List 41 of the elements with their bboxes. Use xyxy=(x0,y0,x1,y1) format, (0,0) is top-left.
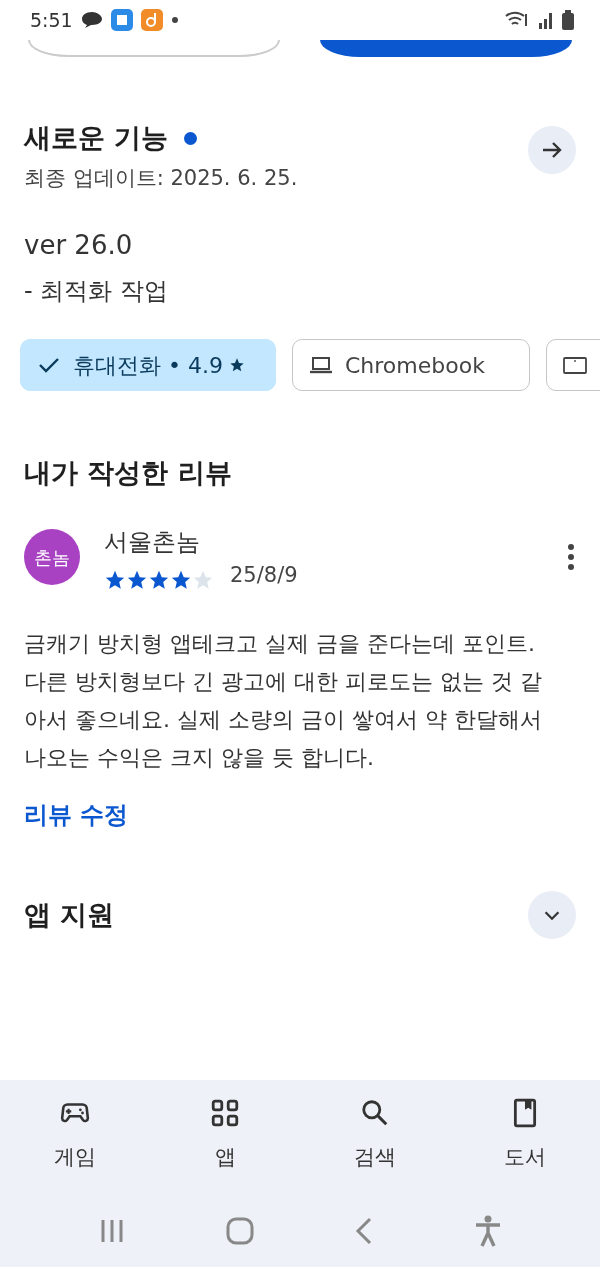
star-icon xyxy=(170,569,192,591)
nav-tab[interactable]: 검색 xyxy=(300,1080,450,1195)
star-icon xyxy=(192,569,214,591)
signal-icon xyxy=(538,11,554,29)
device-chip[interactable]: 휴대전화 • 4.9 xyxy=(20,339,276,391)
review-text: 금캐기 방치형 앱테크고 실제 금을 준다는데 포인트. 다른 방치형보다 긴 광고에 대한 피로도는 없는 것 같아서 좋으네요. 실제 소량의 금이 쌓여서 약 한달해서 나오는 수익은 크지 않을 듯 합니다. xyxy=(24,630,543,772)
back-icon[interactable] xyxy=(354,1217,373,1245)
arrow-button[interactable] xyxy=(528,126,576,174)
edit-review-link[interactable]: 리뷰 수정 xyxy=(24,797,129,833)
battery-icon xyxy=(562,10,574,30)
section-title: 새로운 기능 xyxy=(24,121,169,155)
update-date: 최종 업데이트: 2025. 6. 25. xyxy=(24,164,299,192)
avatar: 촌놈 xyxy=(24,529,80,586)
chat-bubble-icon xyxy=(80,11,103,29)
apps-grid-icon xyxy=(210,1098,240,1128)
app-icon xyxy=(110,9,133,31)
nav-tab[interactable]: 게임 xyxy=(0,1080,150,1195)
star-icon xyxy=(228,357,245,373)
outlined-button[interactable] xyxy=(28,40,280,57)
review-date: 25/8/9 xyxy=(230,561,298,589)
star-icon xyxy=(126,569,148,591)
author-name: 서울촌놈 xyxy=(104,526,201,558)
accessibility-icon[interactable] xyxy=(473,1215,502,1247)
search-icon xyxy=(360,1098,390,1128)
more-options-button[interactable] xyxy=(566,543,576,572)
expand-button[interactable] xyxy=(528,891,576,939)
dot-icon xyxy=(170,16,179,24)
version-text: ver 26.0 xyxy=(24,229,134,262)
section-title: 앱 지원 xyxy=(24,897,116,932)
nav-tab[interactable]: 앱 xyxy=(150,1080,300,1195)
star-icon xyxy=(148,569,170,591)
device-chip[interactable]: Chromebook xyxy=(292,339,530,391)
section-title: 내가 작성한 리뷰 xyxy=(24,456,233,490)
release-notes: - 최적화 작업 xyxy=(24,276,169,307)
more-options-icon xyxy=(566,543,576,572)
nav-tab[interactable]: 도서 xyxy=(450,1080,600,1195)
star-icon xyxy=(104,569,126,591)
home-icon[interactable] xyxy=(225,1217,254,1245)
new-dot-icon xyxy=(184,131,198,145)
music-app-icon xyxy=(140,9,163,31)
status-time: 5:51 xyxy=(30,7,73,33)
